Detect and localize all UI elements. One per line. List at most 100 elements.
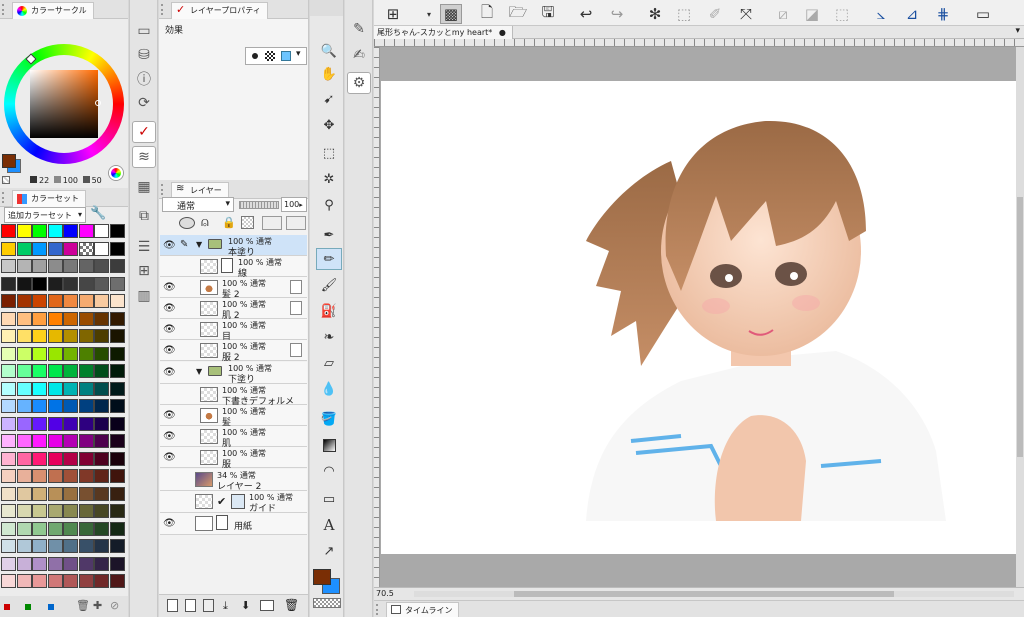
open-folder-icon[interactable]: 🗁	[507, 3, 529, 24]
layer-row-fuku2[interactable]: 👁 100 % 通常 服 2	[160, 340, 307, 363]
sub-view-icon[interactable]: ⛁	[132, 44, 156, 66]
color-swatch[interactable]	[109, 399, 125, 413]
sub-tool-icon[interactable]: ✎	[347, 18, 371, 40]
color-swatch[interactable]	[32, 259, 47, 273]
transfer-down-icon[interactable]: ⤓	[223, 599, 228, 613]
horizontal-scrollbar[interactable]	[414, 591, 1014, 597]
new-folder-icon[interactable]	[203, 599, 214, 612]
color-swatch[interactable]	[47, 294, 63, 308]
eye-icon[interactable]: 👁	[163, 345, 176, 356]
color-swatch[interactable]	[47, 241, 63, 256]
color-swatch[interactable]	[16, 346, 32, 361]
loading-icon[interactable]: ✻	[644, 4, 666, 24]
color-swatch[interactable]	[94, 311, 109, 326]
selection-tool-icon[interactable]: ⬚	[316, 142, 342, 164]
mask-icon[interactable]	[260, 600, 274, 611]
undo-icon[interactable]: ↩	[575, 4, 597, 24]
layer-row-kami[interactable]: 👁 100 % 通常 髪	[160, 405, 307, 428]
color-swatch[interactable]	[16, 241, 32, 256]
color-swatch[interactable]	[47, 574, 63, 588]
color-swatch[interactable]	[16, 416, 32, 431]
history-icon[interactable]: ⟳	[132, 92, 156, 114]
color-swatch[interactable]	[78, 521, 94, 536]
color-swatch[interactable]	[47, 259, 63, 273]
color-swatch[interactable]	[63, 329, 78, 343]
transparent-swatch[interactable]	[2, 176, 10, 184]
color-swatch[interactable]	[1, 276, 16, 291]
operation-tool-icon[interactable]: ➹	[316, 88, 342, 110]
color-swatch[interactable]	[109, 294, 125, 308]
color-swatch[interactable]	[47, 451, 63, 466]
color-swatch[interactable]	[78, 539, 94, 553]
layer-color-icon[interactable]	[281, 51, 291, 61]
red-swatch-icon[interactable]	[4, 604, 10, 610]
color-swatch[interactable]	[94, 346, 109, 361]
color-swatch[interactable]	[1, 224, 16, 238]
border-effect-icon[interactable]	[252, 53, 258, 59]
layer-row-hada2[interactable]: 👁 100 % 通常 肌 2	[160, 298, 307, 321]
color-swatch[interactable]	[63, 259, 78, 273]
animation-icon[interactable]: ▦	[132, 176, 156, 198]
color-mode-toggle-icon[interactable]	[109, 166, 123, 180]
pen-tool-icon[interactable]: ✒	[316, 224, 342, 246]
add-color-icon[interactable]: ✚	[93, 599, 102, 612]
color-swatch[interactable]	[78, 486, 94, 501]
color-swatch[interactable]	[32, 364, 47, 378]
check-icon[interactable]: ✔	[217, 495, 226, 508]
color-swatch[interactable]	[1, 486, 16, 501]
search-layer-icon[interactable]: ☰	[132, 236, 156, 258]
color-swatch[interactable]	[16, 451, 32, 466]
color-swatch[interactable]	[32, 504, 47, 518]
color-swatch[interactable]	[16, 539, 32, 553]
vertical-scrollbar[interactable]	[1016, 47, 1024, 587]
color-swatch[interactable]	[1, 469, 16, 483]
layer-row-shitanuri[interactable]: 👁 ▼ 100 % 通常 下塗り	[160, 362, 307, 385]
color-swatch[interactable]	[47, 399, 63, 413]
color-swatch[interactable]	[1, 521, 16, 536]
grip-icon[interactable]	[376, 604, 383, 615]
color-swatch[interactable]	[94, 539, 109, 553]
clip-icon[interactable]	[179, 217, 195, 229]
color-swatch[interactable]	[16, 504, 32, 518]
color-swatch[interactable]	[78, 346, 94, 361]
eye-icon[interactable]: 👁	[163, 367, 176, 378]
layer-row-fuku[interactable]: 👁 100 % 通常 服	[160, 447, 307, 470]
color-swatch[interactable]	[16, 469, 32, 483]
eye-icon[interactable]: 👁	[163, 282, 176, 293]
material-icon[interactable]: ⧉	[132, 205, 156, 227]
color-swatch[interactable]	[109, 416, 125, 431]
saturation-value-square[interactable]	[30, 70, 98, 138]
menu-grid-icon[interactable]: ⊞	[382, 4, 404, 24]
color-swatch[interactable]	[78, 224, 94, 238]
color-swatch[interactable]	[16, 364, 32, 378]
trash-icon[interactable]: 🗑	[76, 599, 90, 612]
color-swatch[interactable]	[1, 311, 16, 326]
transform-icon[interactable]: ⬚	[673, 4, 695, 24]
color-swatch[interactable]	[63, 434, 78, 448]
color-swatch[interactable]	[78, 399, 94, 413]
color-swatch[interactable]	[63, 451, 78, 466]
combine-down-icon[interactable]: ⬇	[241, 599, 250, 612]
color-swatch[interactable]	[32, 346, 47, 361]
vertical-scroll-thumb[interactable]	[1017, 197, 1023, 457]
layer-row-layer2[interactable]: 34 % 通常 レイヤー 2	[160, 469, 307, 492]
color-swatch[interactable]	[109, 556, 125, 571]
color-swatch[interactable]	[1, 539, 16, 553]
layer-row-shitagaki[interactable]: 100 % 通常 下書きデフォルメ	[160, 384, 307, 407]
tab-timeline[interactable]: タイムライン	[386, 602, 460, 617]
tab-color-set[interactable]: カラーセット	[12, 190, 86, 207]
color-swatch[interactable]	[63, 416, 78, 431]
color-swatch[interactable]	[1, 294, 16, 308]
color-swatch[interactable]	[63, 224, 78, 238]
zoom-tool-icon[interactable]: 🔍	[316, 40, 342, 62]
color-swatch[interactable]	[78, 451, 94, 466]
blend-tool-icon[interactable]: 💧	[316, 378, 342, 400]
new-file-icon[interactable]: 🗋	[476, 3, 498, 24]
new-raster-layer-icon[interactable]	[167, 599, 178, 612]
figure-tool-icon[interactable]: ◠	[316, 460, 342, 482]
canvas-paper[interactable]	[381, 81, 1017, 554]
color-swatch[interactable]	[32, 224, 47, 238]
delete-color-icon[interactable]: ⊘	[110, 599, 119, 612]
color-swatch[interactable]	[109, 311, 125, 326]
color-swatch[interactable]	[47, 504, 63, 518]
